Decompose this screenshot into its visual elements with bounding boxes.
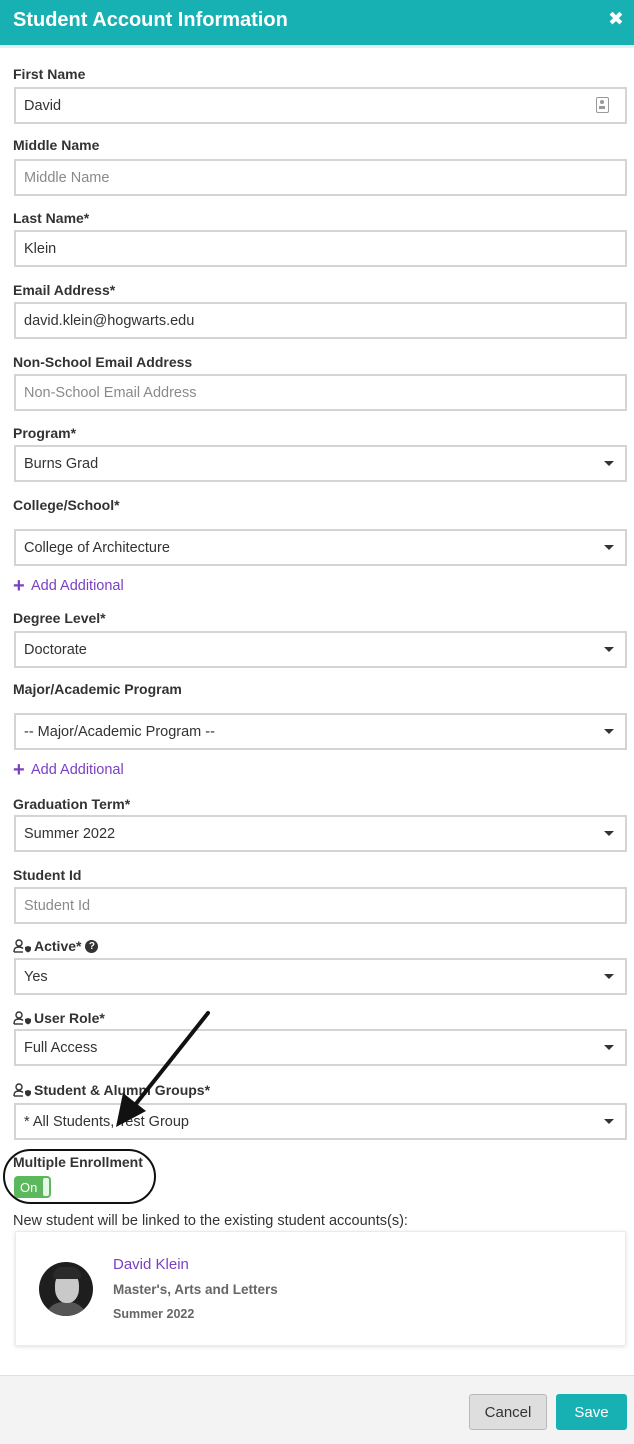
- graduation-term-select[interactable]: Summer 2022: [14, 815, 627, 852]
- help-icon[interactable]: ?: [85, 939, 99, 953]
- user-role-value: Full Access: [24, 1039, 98, 1056]
- plus-icon: +: [13, 575, 25, 597]
- header-divider: [0, 45, 634, 48]
- non-school-email-label: Non-School Email Address: [13, 354, 193, 370]
- close-icon[interactable]: ✖: [606, 8, 626, 32]
- modal-header: Student Account Information ✖: [0, 0, 634, 45]
- student-id-field[interactable]: Student Id: [14, 887, 627, 924]
- program-value: Burns Grad: [24, 455, 99, 472]
- user-role-select[interactable]: Full Access: [14, 1029, 627, 1066]
- active-select[interactable]: Yes: [14, 958, 627, 995]
- student-id-label: Student Id: [13, 867, 82, 883]
- caret-down-icon: [604, 831, 614, 836]
- graduation-term-label: Graduation Term*: [13, 796, 131, 812]
- user-shield-icon: [13, 1011, 31, 1025]
- avatar: [39, 1262, 93, 1316]
- modal-title: Student Account Information: [13, 9, 288, 31]
- college-select[interactable]: College of Architecture: [14, 529, 627, 566]
- groups-select[interactable]: * All Students, Test Group: [14, 1103, 627, 1140]
- active-label-row: Active* ?: [13, 937, 99, 955]
- user-role-label-row: User Role*: [13, 1009, 105, 1027]
- first-name-field[interactable]: David: [14, 87, 627, 124]
- user-shield-icon: [13, 1083, 31, 1097]
- save-button[interactable]: Save: [556, 1394, 627, 1430]
- first-name-value: David: [24, 97, 62, 114]
- middle-name-label: Middle Name: [13, 137, 100, 153]
- middle-name-field[interactable]: Middle Name: [14, 159, 627, 196]
- linked-account-term: Summer 2022: [113, 1307, 195, 1321]
- program-select[interactable]: Burns Grad: [14, 445, 627, 482]
- add-additional-major-link[interactable]: + Add Additional: [13, 760, 124, 780]
- annotation-ellipse: [3, 1149, 156, 1204]
- middle-name-placeholder: Middle Name: [24, 169, 110, 186]
- college-value: College of Architecture: [24, 539, 170, 556]
- degree-level-select[interactable]: Doctorate: [14, 631, 627, 668]
- email-value: david.klein@hogwarts.edu: [24, 312, 195, 329]
- caret-down-icon: [604, 461, 614, 466]
- contact-card-icon[interactable]: [596, 97, 609, 113]
- major-select[interactable]: -- Major/Academic Program --: [14, 713, 627, 750]
- user-role-label: User Role*: [34, 1010, 105, 1026]
- linked-account-card: David Klein Master's, Arts and Letters S…: [15, 1231, 626, 1346]
- user-shield-icon: [13, 939, 31, 953]
- non-school-email-placeholder: Non-School Email Address: [24, 384, 197, 401]
- groups-label: Student & Alumni Groups*: [34, 1082, 211, 1098]
- caret-down-icon: [604, 1045, 614, 1050]
- add-additional-college-link[interactable]: + Add Additional: [13, 576, 124, 596]
- add-additional-label: Add Additional: [31, 578, 124, 594]
- last-name-field[interactable]: Klein: [14, 230, 627, 267]
- last-name-value: Klein: [24, 240, 57, 257]
- groups-value: * All Students, Test Group: [24, 1113, 189, 1130]
- caret-down-icon: [604, 1119, 614, 1124]
- active-value: Yes: [24, 968, 48, 985]
- last-name-label: Last Name*: [13, 210, 90, 226]
- first-name-label: First Name: [13, 66, 86, 82]
- cancel-button[interactable]: Cancel: [469, 1394, 547, 1430]
- program-label: Program*: [13, 425, 77, 441]
- email-label: Email Address*: [13, 282, 116, 298]
- linked-account-program: Master's, Arts and Letters: [113, 1282, 278, 1297]
- non-school-email-field[interactable]: Non-School Email Address: [14, 374, 627, 411]
- graduation-term-value: Summer 2022: [24, 825, 116, 842]
- caret-down-icon: [604, 974, 614, 979]
- plus-icon: +: [13, 759, 25, 781]
- caret-down-icon: [604, 545, 614, 550]
- modal-footer: Cancel Save: [0, 1375, 634, 1444]
- college-label: College/School*: [13, 497, 120, 513]
- degree-level-label: Degree Level*: [13, 610, 106, 626]
- linked-accounts-notice: New student will be linked to the existi…: [13, 1213, 408, 1229]
- add-additional-label: Add Additional: [31, 762, 124, 778]
- linked-account-name[interactable]: David Klein: [113, 1256, 189, 1273]
- degree-level-value: Doctorate: [24, 641, 87, 658]
- major-label: Major/Academic Program: [13, 681, 182, 697]
- caret-down-icon: [604, 647, 614, 652]
- email-field[interactable]: david.klein@hogwarts.edu: [14, 302, 627, 339]
- groups-label-row: Student & Alumni Groups*: [13, 1081, 210, 1099]
- student-id-placeholder: Student Id: [24, 897, 91, 914]
- major-value: -- Major/Academic Program --: [24, 723, 215, 740]
- active-label: Active*: [34, 938, 82, 954]
- caret-down-icon: [604, 729, 614, 734]
